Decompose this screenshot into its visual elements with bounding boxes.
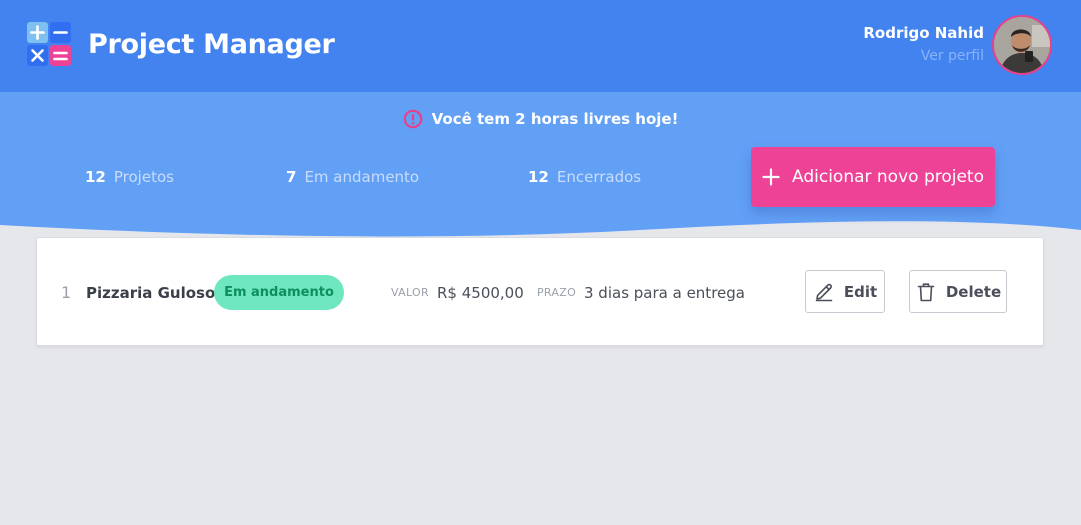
stat-count: 12 — [528, 168, 549, 186]
deadline-label: PRAZO — [537, 286, 577, 299]
edit-label: Edit — [843, 282, 878, 301]
delete-label: Delete — [945, 282, 1002, 301]
edit-button[interactable]: Edit — [805, 270, 885, 313]
plus-icon — [762, 168, 780, 186]
free-hours-notice: Você tem 2 horas livres hoje! — [0, 108, 1081, 133]
project-deadline: 3 dias para a entrega — [584, 284, 745, 302]
stat-label: Projetos — [113, 168, 174, 186]
trash-icon — [917, 282, 935, 301]
project-row: 1 Pizzaria Guloso Em andamento VALOR R$ … — [36, 237, 1044, 346]
alert-circle-icon — [403, 109, 422, 129]
delete-button[interactable]: Delete — [909, 270, 1007, 313]
value-label: VALOR — [391, 286, 429, 299]
avatar[interactable] — [992, 15, 1052, 75]
stat-in-progress: 7 Em andamento — [286, 166, 419, 188]
project-index: 1 — [61, 283, 72, 302]
stat-count: 12 — [85, 168, 106, 186]
app-header: Project Manager Rodrigo Nahid Ver perfil — [0, 0, 1081, 92]
project-name: Pizzaria Guloso — [86, 284, 216, 302]
calculator-logo-icon — [27, 22, 71, 66]
stat-projects: 12 Projetos — [85, 166, 174, 188]
pencil-icon — [815, 283, 833, 301]
stat-label: Em andamento — [304, 168, 420, 186]
project-value: R$ 4500,00 — [437, 284, 524, 302]
add-project-button[interactable]: Adicionar novo projeto — [751, 147, 995, 207]
user-avatar-image — [994, 17, 1050, 73]
user-info: Rodrigo Nahid Ver perfil — [863, 23, 984, 67]
stat-count: 7 — [286, 168, 297, 186]
add-project-label: Adicionar novo projeto — [792, 167, 984, 187]
status-badge: Em andamento — [214, 275, 344, 310]
stat-closed: 12 Encerrados — [528, 166, 641, 188]
app-title: Project Manager — [88, 29, 335, 60]
user-name: Rodrigo Nahid — [863, 24, 984, 42]
view-profile-link[interactable]: Ver perfil — [863, 45, 984, 67]
notice-text: Você tem 2 horas livres hoje! — [431, 110, 679, 128]
stat-label: Encerrados — [556, 168, 642, 186]
